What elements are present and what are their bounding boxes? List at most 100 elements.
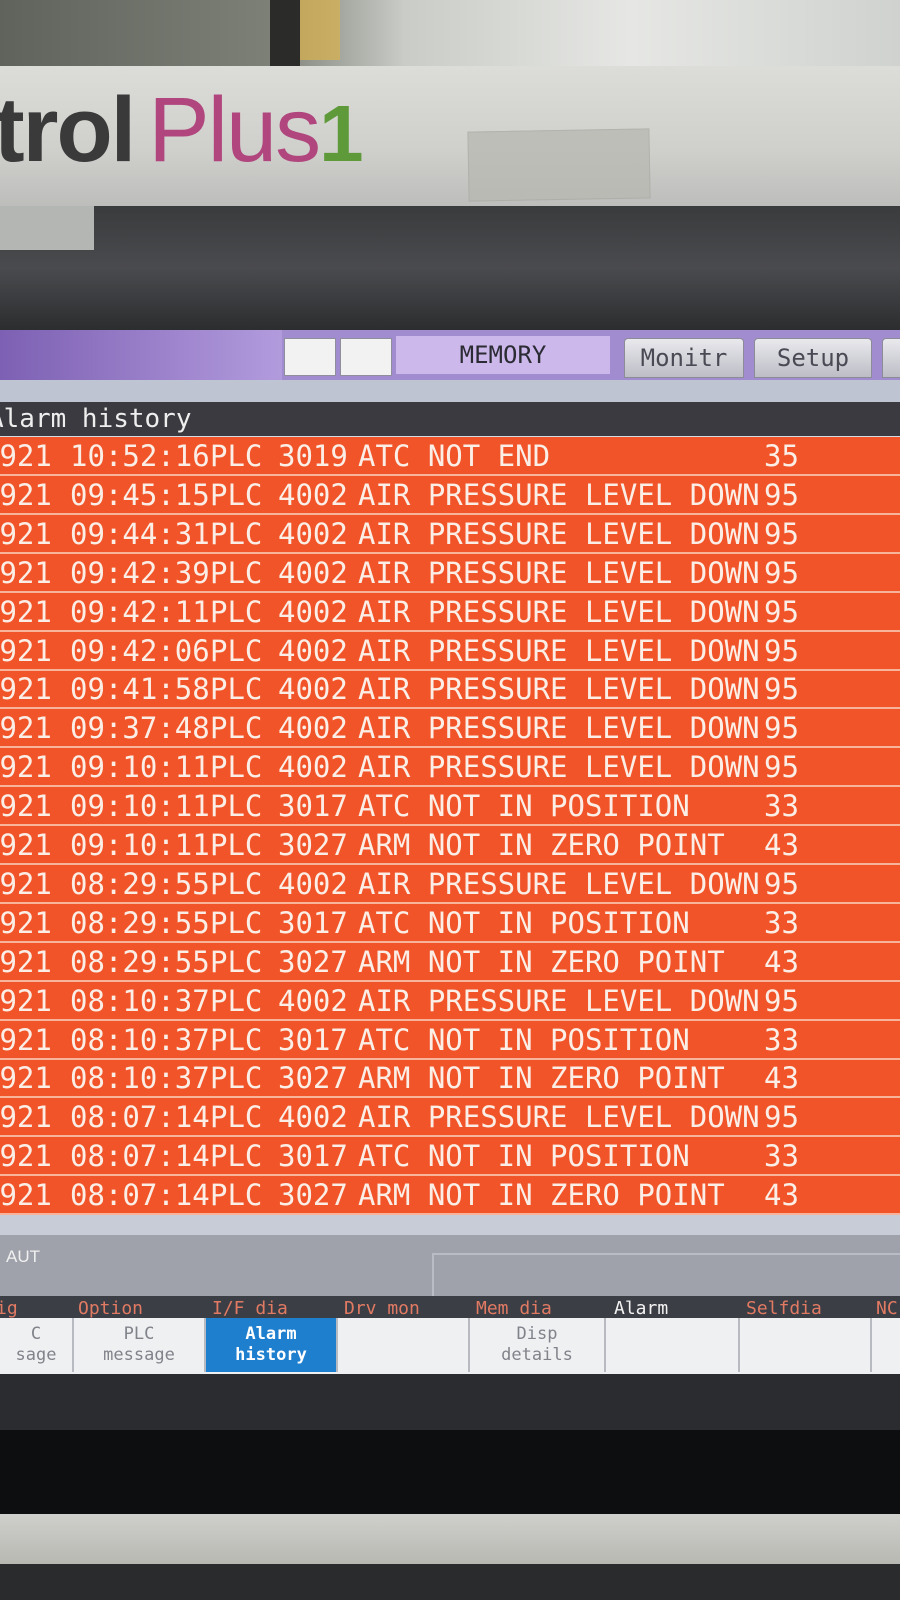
alarm-row[interactable]: 0921 10:52:16PLC 3019 ATC NOT END 35 [0, 437, 900, 476]
alarm-date: 0921 [0, 1061, 52, 1096]
alarm-date: 0921 [0, 555, 52, 590]
alarm-code: 3017 [278, 905, 348, 940]
softkey-nc-message[interactable]: C sage [0, 1318, 74, 1372]
alarm-message: AIR PRESSURE LEVEL DOWN [358, 516, 760, 551]
operation-mode-label: AUT [6, 1247, 40, 1266]
mode-indicator: MEMORY [396, 336, 610, 374]
background-post [270, 0, 300, 70]
alarm-number: 33 [764, 1139, 799, 1174]
alarm-date: 0921 [0, 477, 52, 512]
alarm-time: 09:10:11 [70, 750, 210, 785]
alarm-row[interactable]: 0921 09:10:11PLC 3027 ARM NOT IN ZERO POINT… [0, 826, 900, 865]
alarm-date: 0921 [0, 594, 52, 629]
softkey-label: PLC message [103, 1324, 175, 1365]
alarm-number: 95 [764, 633, 799, 668]
softkey-plc-message[interactable]: PLC message [74, 1318, 206, 1372]
alarm-message: AIR PRESSURE LEVEL DOWN [358, 477, 760, 512]
alarm-code: 3019 [278, 439, 348, 473]
alarm-number: 43 [764, 944, 799, 979]
background-object [300, 0, 340, 60]
alarm-source: PLC [210, 516, 263, 551]
alarm-message: AIR PRESSURE LEVEL DOWN [358, 555, 760, 590]
alarm-date: 0921 [0, 789, 52, 824]
softkey-blank-1[interactable] [338, 1318, 470, 1372]
alarm-message: ATC NOT IN POSITION [358, 789, 690, 824]
alarm-number: 95 [764, 555, 799, 590]
alarm-time: 08:07:14 [70, 1178, 210, 1213]
lower-bezel [0, 1514, 900, 1564]
alarm-code: 4002 [278, 1100, 348, 1135]
alarm-code: 3017 [278, 789, 348, 824]
tab-more[interactable] [882, 338, 900, 378]
alarm-row[interactable]: 0921 09:45:15PLC 4002 AIR PRESSURE LEVEL DO… [0, 476, 900, 515]
alarm-row[interactable]: 0921 08:29:55PLC 3017 ATC NOT IN POSITION 33 [0, 904, 900, 943]
alarm-number: 95 [764, 477, 799, 512]
alarm-row[interactable]: 0921 08:10:37PLC 3027 ARM NOT IN ZERO POINT… [0, 1059, 900, 1099]
alarm-code: 4002 [278, 711, 348, 746]
softkey-disp-details[interactable]: Disp details [470, 1318, 606, 1372]
softkey-blank-3[interactable] [740, 1318, 872, 1372]
softkey-alarm-history[interactable]: Alarm history [206, 1318, 338, 1372]
tab-setup[interactable]: Setup [754, 338, 872, 378]
alarm-time: 08:29:55 [70, 944, 210, 979]
alarm-message: AIR PRESSURE LEVEL DOWN [358, 983, 760, 1018]
alarm-row[interactable]: 0921 08:10:37PLC 4002 AIR PRESSURE LEVEL DO… [0, 982, 900, 1021]
alarm-row[interactable]: 0921 09:42:11PLC 4002 AIR PRESSURE LEVEL DO… [0, 593, 900, 632]
alarm-date: 0921 [0, 1100, 52, 1135]
alarm-row[interactable]: 0921 09:41:58PLC 4002 AIR PRESSURE LEVEL DO… [0, 670, 900, 710]
alarm-code: 3027 [278, 1178, 348, 1213]
softkey-blank-2[interactable] [606, 1318, 740, 1372]
alarm-number: 95 [764, 866, 799, 901]
alarm-source: PLC [210, 1178, 263, 1213]
alarm-row[interactable]: 0921 09:37:48PLC 4002 AIR PRESSURE LEVEL DO… [0, 709, 900, 749]
alarm-row[interactable]: 0921 09:44:31PLC 4002 AIR PRESSURE LEVEL DO… [0, 515, 900, 554]
cnc-screen: MEMORY Monitr Setup Alarm history 0921 10… [0, 330, 900, 1430]
screen-bottom-border [0, 1374, 900, 1430]
alarm-row[interactable]: 0921 09:10:11PLC 4002 AIR PRESSURE LEVEL DO… [0, 748, 900, 788]
alarm-date: 0921 [0, 633, 52, 668]
alarm-code: 4002 [278, 516, 348, 551]
alarm-message: ARM NOT IN ZERO POINT [358, 828, 725, 862]
alarm-number: 33 [764, 1022, 799, 1057]
brand-text-2: Plus [148, 79, 321, 181]
alarm-source: PLC [210, 1100, 263, 1135]
alarm-message: ARM NOT IN ZERO POINT [358, 1178, 725, 1213]
alarm-row[interactable]: 0921 08:07:14PLC 3027 ARM NOT IN ZERO POINT… [0, 1176, 900, 1216]
alarm-row[interactable]: 0921 09:42:06PLC 4002 AIR PRESSURE LEVEL DO… [0, 632, 900, 671]
alarm-number: 35 [764, 439, 799, 473]
alarm-source: PLC [210, 711, 263, 746]
alarm-row[interactable]: 0921 09:10:11PLC 3017 ATC NOT IN POSITION 33 [0, 787, 900, 827]
alarm-time: 09:42:39 [70, 555, 210, 590]
alarm-date: 0921 [0, 750, 52, 785]
alarm-time: 09:42:11 [70, 594, 210, 629]
alarm-number: 95 [764, 594, 799, 629]
alarm-source: PLC [210, 1061, 263, 1096]
alarm-message: AIR PRESSURE LEVEL DOWN [358, 633, 760, 668]
alarm-number: 95 [764, 750, 799, 785]
alarm-date: 0921 [0, 905, 52, 940]
alarm-code: 3027 [278, 1061, 348, 1096]
alarm-number: 95 [764, 1100, 799, 1135]
alarm-row[interactable]: 0921 08:29:55PLC 3027 ARM NOT IN ZERO POINT… [0, 943, 900, 982]
alarm-time: 08:10:37 [70, 983, 210, 1018]
alarm-date: 0921 [0, 1139, 52, 1174]
alarm-time: 08:07:14 [70, 1100, 210, 1135]
top-status-indicator [0, 330, 282, 380]
lower-frame [0, 1430, 900, 1514]
softkey-blank-4[interactable] [872, 1318, 900, 1372]
alarm-row[interactable]: 0921 08:07:14PLC 3017 ATC NOT IN POSITION 33 [0, 1137, 900, 1177]
alarm-time: 09:10:11 [70, 789, 210, 824]
alarm-message: ARM NOT IN ZERO POINT [358, 1061, 725, 1096]
alarm-code: 3027 [278, 944, 348, 979]
alarm-row[interactable]: 0921 08:10:37PLC 3017 ATC NOT IN POSITION 33 [0, 1021, 900, 1060]
alarm-row[interactable]: 0921 08:07:14PLC 4002 AIR PRESSURE LEVEL DO… [0, 1098, 900, 1138]
softkey-row: C sage PLC message Alarm history Disp de… [0, 1318, 900, 1374]
alarm-row[interactable]: 0921 09:42:39PLC 4002 AIR PRESSURE LEVEL DO… [0, 554, 900, 593]
alarm-message: ATC NOT IN POSITION [358, 905, 690, 940]
tape-patch [467, 128, 651, 202]
tab-monitr[interactable]: Monitr [624, 338, 744, 378]
screen-title: Alarm history [0, 404, 192, 434]
alarm-row[interactable]: 0921 08:29:55PLC 4002 AIR PRESSURE LEVEL DO… [0, 865, 900, 904]
alarm-code: 4002 [278, 750, 348, 785]
alarm-time: 08:10:37 [70, 1022, 210, 1057]
